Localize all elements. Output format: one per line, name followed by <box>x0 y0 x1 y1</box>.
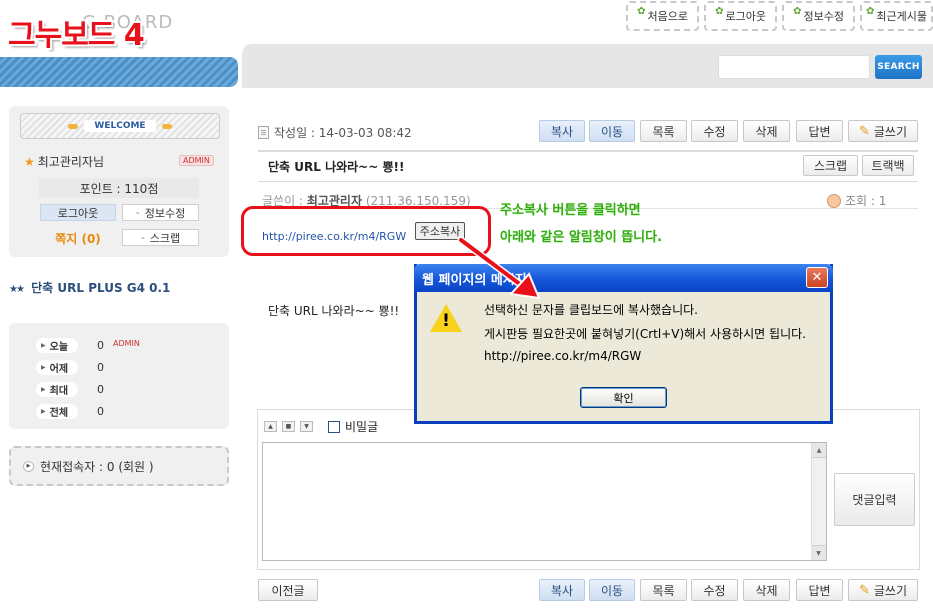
edit-button[interactable]: 수정 <box>691 120 738 142</box>
scrap-post-button[interactable]: 스크랩 <box>803 155 858 176</box>
prev-post-button[interactable]: 이전글 <box>258 579 318 601</box>
secret-label: 비밀글 <box>345 420 379 434</box>
scroll-down-icon[interactable]: ▼ <box>811 545 826 560</box>
comment-submit-button[interactable]: 댓글입력 <box>834 473 915 526</box>
sprout-icon: ✿ <box>715 5 724 17</box>
reply-button[interactable]: 답변 <box>796 120 843 142</box>
star-icon: ★ <box>24 154 35 169</box>
delete-button-bottom[interactable]: 삭제 <box>743 579 790 601</box>
scroll-up-icon: ▲ <box>812 443 826 458</box>
sprout-icon: ✿ <box>866 5 875 17</box>
list-button-bottom[interactable]: 목록 <box>640 579 687 601</box>
nav-edit-info[interactable]: ✿ 정보수정 <box>782 1 855 31</box>
triangle-icon: ▶ <box>41 386 46 393</box>
shrink-icon[interactable]: ▲ <box>264 421 277 432</box>
dialog-message-2: 게시판등 필요한곳에 붙혀넣기(Crtl+V)해서 사용하시면 됩니다. <box>484 327 806 341</box>
post-date: 작성일 : 14-03-03 08:42 <box>258 124 412 141</box>
comment-scrollbar[interactable]: ▲ <box>811 443 826 560</box>
post-title: 단축 URL 나와라~~ 뿅!! <box>268 160 405 174</box>
pencil-icon: ✎ <box>858 123 870 139</box>
trackback-button[interactable]: 트랙백 <box>862 155 914 176</box>
triangle-icon: ▶ <box>41 364 46 371</box>
nav-recent-posts[interactable]: ✿ 최근게시물 <box>860 1 933 31</box>
memo-link[interactable]: 쪽지 (0) <box>40 230 116 247</box>
welcome-banner: WELCOME <box>20 113 220 139</box>
stat-total-label: ▶ 전체 <box>36 404 78 419</box>
board-title: ★★ 단축 URL PLUS G4 0.1 <box>9 281 171 295</box>
write-button[interactable]: ✎ 글쓰기 <box>848 120 918 142</box>
scrap-button[interactable]: - 스크랩 <box>122 229 199 246</box>
admin-badge[interactable]: ADMIN <box>179 155 214 166</box>
stat-today-label: ▶ 오늘 <box>36 338 78 353</box>
comment-textarea[interactable] <box>262 442 827 561</box>
move-post-button-bottom[interactable]: 이동 <box>589 579 635 601</box>
edit-info-button[interactable]: - 정보수정 <box>122 204 199 221</box>
close-icon[interactable]: ✕ <box>806 267 828 288</box>
write-button-bottom[interactable]: ✎ 글쓰기 <box>848 579 918 601</box>
highlight-ring <box>241 206 491 256</box>
move-post-button[interactable]: 이동 <box>589 120 635 142</box>
secret-checkbox[interactable] <box>328 420 340 433</box>
post-body: 단축 URL 나와라~~ 뿅!! <box>268 304 400 318</box>
annotation-arrow <box>457 236 541 300</box>
nav-logout[interactable]: ✿ 로그아웃 <box>704 1 777 31</box>
copy-post-button-bottom[interactable]: 복사 <box>539 579 585 601</box>
view-count: 조회 : 1 <box>827 192 886 209</box>
sprout-icon: ✿ <box>637 5 646 17</box>
textarea-size-controls: ▲ ■ ▼ 비밀글 <box>264 418 378 435</box>
stat-max-value: 0 <box>97 383 104 396</box>
sprout-icon: ✿ <box>793 5 802 17</box>
triangle-icon: ▶ <box>41 342 46 349</box>
ok-button[interactable]: 확인 <box>580 387 667 408</box>
stat-admin-badge[interactable]: ADMIN <box>110 339 143 348</box>
stat-yesterday-value: 0 <box>97 361 104 374</box>
expand-icon[interactable]: ▼ <box>300 421 313 432</box>
site-logo[interactable]: 그누보드 4 <box>8 10 145 54</box>
online-users[interactable]: ▶ 현재접속자 : 0 (회원 ) <box>9 446 229 486</box>
annotation-line-1: 주소복사 버튼을 클릭하면 <box>500 203 641 218</box>
reset-icon[interactable]: ■ <box>282 421 295 432</box>
pencil-icon: ✎ <box>858 582 870 598</box>
list-button[interactable]: 목록 <box>640 120 687 142</box>
triangle-icon: ▶ <box>41 408 46 415</box>
logout-button[interactable]: 로그아웃 <box>40 204 116 221</box>
delete-button[interactable]: 삭제 <box>743 120 790 142</box>
document-icon <box>258 126 269 139</box>
smiley-icon <box>827 193 841 208</box>
double-star-icon: ★★ <box>9 284 25 295</box>
points-display: 포인트 : 110점 <box>39 178 199 198</box>
stat-total-value: 0 <box>97 405 104 418</box>
user-line: ★ 최고관리자님 <box>24 154 105 170</box>
copy-post-button[interactable]: 복사 <box>539 120 585 142</box>
nav-home[interactable]: ✿ 처음으로 <box>626 1 699 31</box>
stat-yesterday-label: ▶ 어제 <box>36 360 78 375</box>
warning-mark: ! <box>442 311 450 331</box>
stat-today-value: 0 <box>97 339 104 352</box>
edit-button-bottom[interactable]: 수정 <box>691 579 738 601</box>
dialog-message-3: http://piree.co.kr/m4/RGW <box>484 349 642 363</box>
reply-button-bottom[interactable]: 답변 <box>796 579 843 601</box>
search-input[interactable] <box>718 55 870 79</box>
stat-max-label: ▶ 최대 <box>36 382 78 397</box>
search-button[interactable]: SEARCH <box>875 55 922 79</box>
play-icon: ▶ <box>23 460 34 472</box>
header-stripe-bar <box>0 57 238 87</box>
